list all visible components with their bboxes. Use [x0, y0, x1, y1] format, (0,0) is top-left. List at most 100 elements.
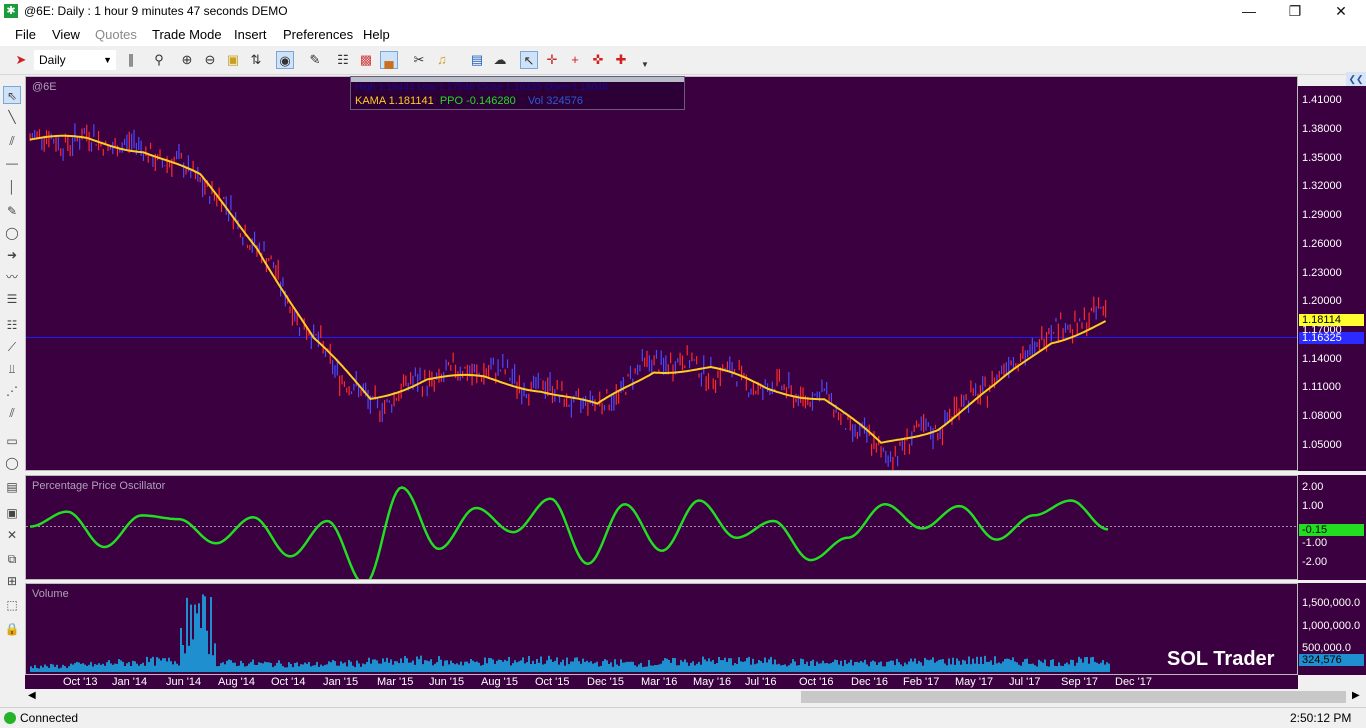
price-chart[interactable] [26, 77, 1297, 470]
volume-bar [612, 666, 614, 672]
status-time: 2:50:12 PM [1290, 711, 1352, 725]
show-all-icon[interactable]: ◉ [276, 51, 294, 69]
time-tick-label: Mar '15 [377, 676, 414, 688]
menu-trade-mode[interactable]: Trade Mode [152, 27, 222, 42]
drawing-icon[interactable]: ✎ [306, 51, 324, 69]
lock-drawings-icon[interactable]: 🔒 [3, 620, 21, 638]
volume-bar [1078, 656, 1080, 672]
menu-help[interactable]: Help [363, 27, 390, 42]
menu-preferences[interactable]: Preferences [283, 27, 353, 42]
vline-icon[interactable]: │ [3, 178, 21, 196]
volume-bar [508, 656, 510, 672]
tree-icon[interactable]: ☷ [334, 51, 352, 69]
delete-icon[interactable]: ✕ [3, 526, 21, 544]
volume-bar [998, 662, 1000, 672]
volume-bar [842, 666, 844, 672]
lock-icon[interactable]: ▣ [224, 51, 242, 69]
fib-extension-icon[interactable]: ☷ [3, 316, 21, 334]
volume-bar [64, 666, 66, 672]
text-icon[interactable]: ✎ [3, 202, 21, 220]
horizontal-scrollbar[interactable]: ◀ ▶ [25, 689, 1366, 705]
callout-icon[interactable]: ◯ [3, 224, 21, 242]
zoom-out-icon[interactable]: ⊖ [201, 51, 219, 69]
arrow-icon[interactable]: ➜ [3, 246, 21, 264]
menu-insert[interactable]: Insert [234, 27, 267, 42]
pointer-icon[interactable]: ↖ [520, 51, 538, 69]
volume-bar [976, 656, 978, 672]
status-bar: Connected 2:50:12 PM [0, 707, 1366, 728]
fan-icon[interactable]: ⋰ [3, 382, 21, 400]
volume-bar [1044, 659, 1046, 672]
close-icon[interactable]: ✕ [1318, 0, 1364, 24]
wave-icon[interactable]: 〰 [3, 268, 21, 286]
parallel-icon[interactable]: ⫽ [3, 404, 21, 422]
crosshair-data-icon[interactable]: ✜ [589, 51, 607, 69]
colors-icon[interactable]: ▩ [357, 51, 375, 69]
scroll-right-icon[interactable]: ▶ [1352, 690, 1360, 701]
cloud-icon[interactable]: ☁ [491, 51, 509, 69]
collapse-panel-icon[interactable]: ❮❮ [1346, 72, 1366, 86]
properties-icon[interactable]: ▤ [3, 478, 21, 496]
rectangle-icon[interactable]: ▭ [3, 432, 21, 450]
ppo-chart[interactable] [26, 476, 1297, 579]
zoom-in-icon[interactable]: ⊕ [178, 51, 196, 69]
zoom-menu-icon[interactable]: ⚲ [150, 51, 168, 69]
hline-icon[interactable]: — [3, 154, 21, 172]
volume-bar [248, 663, 250, 672]
volume-bar [1096, 662, 1098, 672]
scroll-icon[interactable]: ⇅ [247, 51, 265, 69]
bell-icon[interactable]: ♫ [433, 51, 451, 69]
select-arrow-icon[interactable]: ⇖ [3, 86, 21, 104]
crosshair-icon[interactable]: ✛ [543, 51, 561, 69]
volume-bar [1028, 663, 1030, 672]
volume-bar [804, 664, 806, 672]
period-select[interactable]: Daily ▼ [34, 50, 116, 70]
ppo-scale[interactable]: -0.15 2.00 1.00 -1.00 -2.00 [1298, 475, 1366, 580]
scroll-thumb[interactable] [801, 691, 1346, 703]
time-tick-label: Jan '15 [323, 676, 359, 688]
pitchfork-alt-icon[interactable]: ⫫ [3, 360, 21, 378]
scissors-icon[interactable]: ✂ [410, 51, 428, 69]
pin-icon[interactable]: ➤ [12, 51, 30, 69]
scroll-left-icon[interactable]: ◀ [28, 690, 36, 701]
toolbar-overflow-icon[interactable]: ▼ [636, 56, 654, 74]
volume-bar [550, 659, 552, 672]
pitchfork-icon[interactable]: ⟋ [3, 338, 21, 356]
price-scale[interactable]: 1.18114 1.16325 1.41000 1.38000 1.35000 1.3… [1298, 86, 1366, 471]
cross-data-icon[interactable]: ✚ [612, 51, 630, 69]
volume-bar [598, 666, 600, 672]
volume-bars-icon[interactable]: ▄ [380, 51, 398, 69]
group-icon[interactable]: ⊞ [3, 572, 21, 590]
volume-bar [442, 665, 444, 672]
volume-scale[interactable]: 324,576 1,500,000.0 1,000,000.0 500,000.0 [1298, 583, 1366, 675]
ppo-pane[interactable]: Percentage Price Oscillator [25, 475, 1298, 580]
volume-bar [418, 659, 420, 672]
time-axis[interactable]: Oct '13 Jan '14 Jun '14 Aug '14 Oct '14 Jan '… [25, 675, 1298, 689]
volume-bar [126, 663, 128, 672]
chart-type-icon[interactable]: ∥ [122, 51, 140, 69]
script-icon[interactable]: ▤ [468, 51, 486, 69]
ellipse-icon[interactable]: ◯ [3, 454, 21, 472]
clone-icon[interactable]: ⧉ [3, 550, 21, 568]
channel-icon[interactable]: ⫽ [3, 132, 21, 150]
menu-view[interactable]: View [52, 27, 80, 42]
price-pane[interactable]: @6E [25, 76, 1298, 471]
maximize-icon[interactable]: ❐ [1272, 0, 1318, 24]
template-icon[interactable]: ▣ [3, 504, 21, 522]
volume-chart[interactable] [26, 584, 1297, 674]
minimize-icon[interactable]: — [1226, 0, 1272, 24]
volume-bar [620, 659, 622, 672]
menu-file[interactable]: File [15, 27, 36, 42]
volume-bar [916, 663, 918, 672]
cross-icon[interactable]: + [566, 51, 584, 69]
line-icon[interactable]: ╲ [3, 108, 21, 126]
select-area-icon[interactable]: ⬚ [3, 596, 21, 614]
menu-quotes[interactable]: Quotes [95, 27, 137, 42]
volume-bar [506, 661, 508, 672]
volume-pane[interactable]: Volume [25, 583, 1298, 675]
app-icon[interactable]: ✱ [4, 4, 18, 18]
volume-bar [1062, 666, 1064, 672]
volume-bar [716, 663, 718, 672]
volume-bar [984, 655, 986, 672]
fib-icon[interactable]: ☰ [3, 290, 21, 308]
